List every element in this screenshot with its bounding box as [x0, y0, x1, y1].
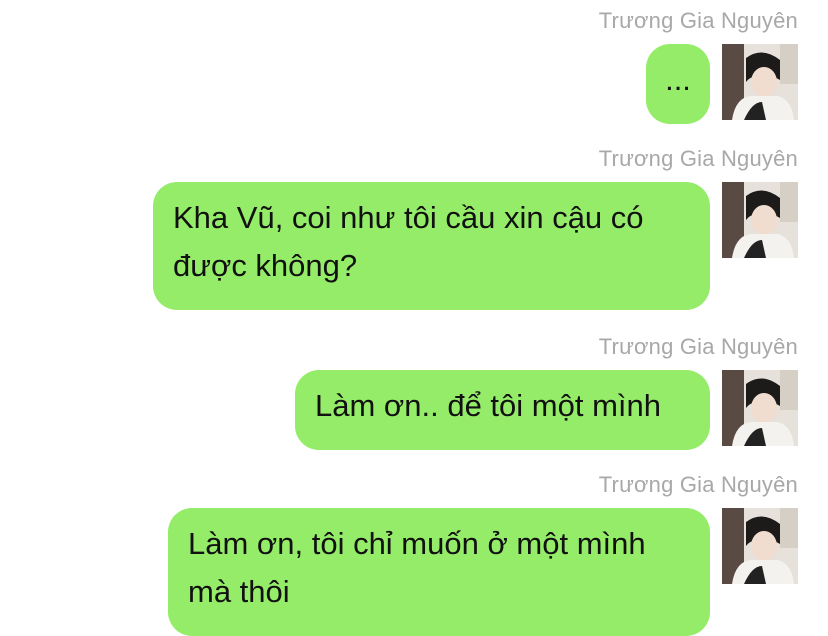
message-bubble[interactable]: ...: [646, 44, 710, 124]
avatar-photo-icon: [722, 508, 798, 584]
avatar[interactable]: [722, 370, 798, 446]
avatar[interactable]: [722, 44, 798, 120]
message-bubble[interactable]: Kha Vũ, coi như tôi cầu xin cậu có được …: [153, 182, 710, 310]
avatar-photo-icon: [722, 182, 798, 258]
avatar-photo-icon: [722, 370, 798, 446]
sender-name: Trương Gia Nguyên: [598, 8, 798, 33]
sender-name: Trương Gia Nguyên: [598, 334, 798, 359]
chat-screen: { "messages": [ { "sender": "Trương Gia …: [0, 0, 828, 636]
avatar[interactable]: [722, 508, 798, 584]
sender-name: Trương Gia Nguyên: [598, 146, 798, 171]
sender-name: Trương Gia Nguyên: [598, 472, 798, 497]
message-text: Làm ơn.. để tôi một mình: [315, 388, 661, 423]
message-bubble[interactable]: Làm ơn.. để tôi một mình: [295, 370, 710, 450]
avatar[interactable]: [722, 182, 798, 258]
message-text: ...: [665, 62, 691, 97]
message-bubble[interactable]: Làm ơn, tôi chỉ muốn ở một mình mà thôi: [168, 508, 710, 636]
message-text: Làm ơn, tôi chỉ muốn ở một mình mà thôi: [188, 526, 646, 609]
avatar-photo-icon: [722, 44, 798, 120]
message-text: Kha Vũ, coi như tôi cầu xin cậu có được …: [173, 200, 644, 283]
